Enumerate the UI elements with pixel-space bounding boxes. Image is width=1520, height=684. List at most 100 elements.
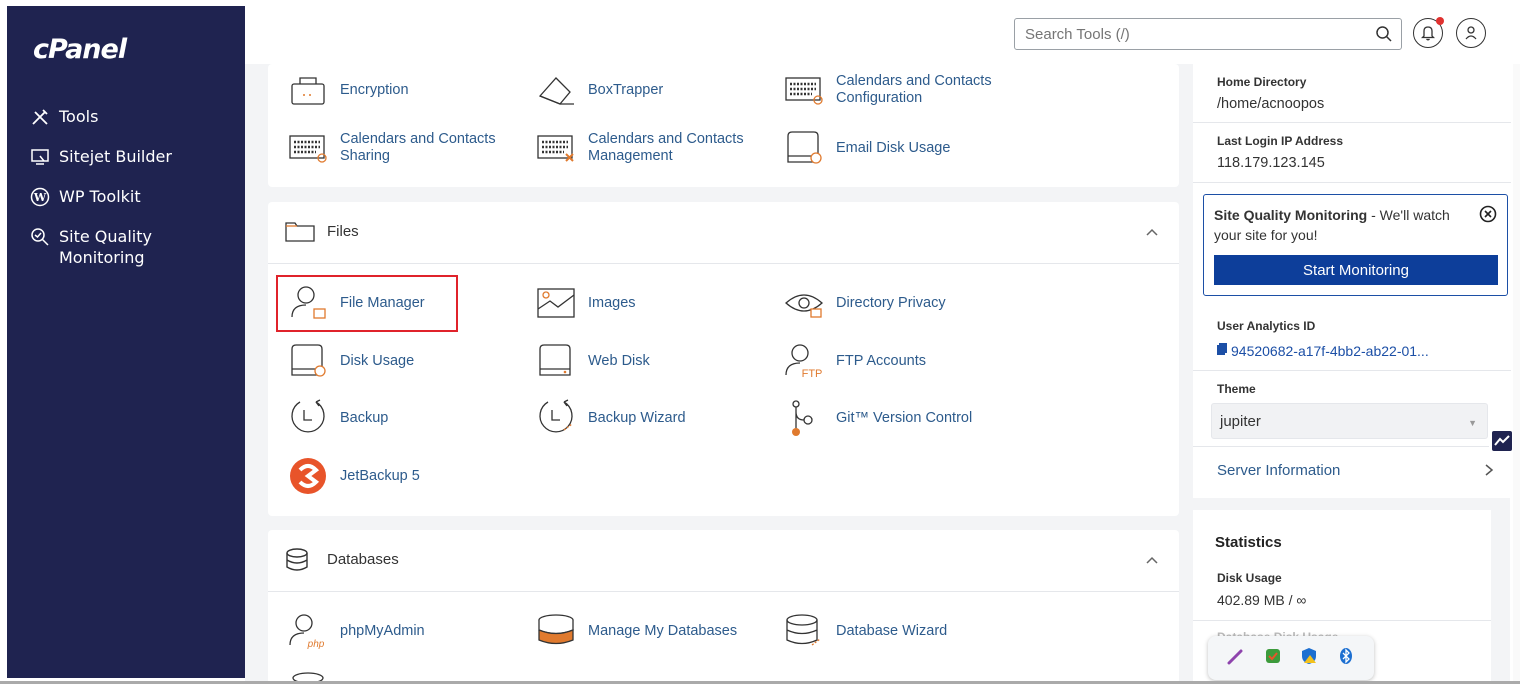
scrollbar[interactable] [1513,64,1520,684]
calendar-management-icon [534,126,578,170]
tool-calendars-config[interactable]: Calendars and Contacts Configuration [782,68,992,112]
tool-label: Calendars and Contacts Configuration [836,73,992,106]
last-login-value: 118.179.123.145 [1217,155,1325,171]
eye-icon [782,281,826,325]
tool-email-disk-usage[interactable]: Email Disk Usage [782,126,950,170]
backup-wizard-icon [534,396,578,440]
chevron-right-icon[interactable] [1484,463,1494,482]
disk-usage-icon [286,339,330,383]
caret-down-icon: ▼ [1468,418,1477,428]
tool-label: Database Wizard [836,622,948,639]
notification-dot [1436,17,1444,25]
analytics-id-label: User Analytics ID [1217,319,1316,333]
tool-disk-usage[interactable]: Disk Usage [286,339,414,383]
sidebar-item-site-quality[interactable]: Site Quality Monitoring [29,226,169,268]
tool-label: Manage My Databases [588,622,738,639]
ftp-icon: FTP [782,339,826,383]
tool-label: BoxTrapper [588,81,664,98]
theme-select[interactable]: jupiter ▼ [1211,403,1488,439]
divider [1193,620,1491,621]
phpmyadmin-icon: php [286,609,330,653]
security-warning-icon[interactable] [1300,647,1318,670]
tool-jetbackup[interactable]: JetBackup 5 [286,454,420,498]
chevron-up-icon[interactable] [1145,552,1159,570]
home-directory-label: Home Directory [1217,75,1307,89]
tool-images[interactable]: Images [534,281,636,325]
folder-icon [285,220,315,247]
encryption-icon [286,68,330,112]
shield-check-icon[interactable] [1264,647,1282,670]
tool-label: Disk Usage [340,352,415,369]
close-icon[interactable] [1479,205,1497,228]
search-box[interactable] [1014,18,1402,50]
search-input[interactable] [1015,19,1355,49]
analytics-chart-icon[interactable] [1489,428,1515,454]
tool-phpmyadmin[interactable]: php phpMyAdmin [286,609,425,653]
tool-label: Backup Wizard [588,409,686,426]
tool-database-wizard[interactable]: Database Wizard [782,609,947,653]
file-manager-highlight [276,275,458,332]
tool-label: Calendars and Contacts Sharing [340,131,496,164]
sidebar-item-sitejet[interactable]: Sitejet Builder [29,146,172,168]
tool-encryption[interactable]: Encryption [286,68,409,112]
tool-calendars-sharing[interactable]: Calendars and Contacts Sharing [286,126,496,170]
tool-label: Encryption [340,81,409,98]
tool-directory-privacy[interactable]: Directory Privacy [782,281,946,325]
tool-label: phpMyAdmin [340,622,425,639]
databases-header[interactable]: Databases [268,530,1179,592]
notifications-button[interactable] [1413,17,1444,48]
tool-ftp-accounts[interactable]: FTP FTP Accounts [782,339,926,383]
disk-usage-value: 402.89 MB / ∞ [1217,592,1307,608]
analytics-id-row: 94520682-a17f-4bb2-ab22-01... [1217,342,1429,360]
backup-icon [286,396,330,440]
manage-databases-icon [534,609,578,653]
svg-text:php: php [307,639,325,649]
start-monitoring-button[interactable]: Start Monitoring [1214,255,1498,285]
sqm-text: Site Quality Monitoring - We'll watch yo… [1214,205,1469,245]
magnifier-check-icon [29,226,51,248]
files-card: Files File Manager Images Directory Priv… [268,202,1179,516]
disk-usage-label: Disk Usage [1217,571,1282,585]
last-login-label: Last Login IP Address [1217,134,1344,148]
feather-icon[interactable] [1227,647,1245,670]
server-information-link[interactable]: Server Information [1217,462,1340,479]
databases-card: Databases php phpMyAdmin Manage My Datab… [268,530,1179,684]
files-title: Files [327,223,359,240]
divider [1193,182,1511,183]
tool-backup[interactable]: Backup [286,396,388,440]
tool-backup-wizard[interactable]: Backup Wizard [534,396,686,440]
tool-git-version-control[interactable]: Git™ Version Control [782,396,972,440]
sidebar-item-tools[interactable]: Tools [29,106,98,128]
database-icon [285,548,309,577]
databases-title: Databases [327,551,399,568]
sidebar-item-wp-toolkit[interactable]: W WP Toolkit [29,186,141,208]
statistics-title: Statistics [1215,534,1282,551]
analytics-id-value[interactable]: 94520682-a17f-4bb2-ab22-01... [1231,343,1429,359]
tool-label: Calendars and Contacts Management [588,131,744,164]
chevron-up-icon[interactable] [1145,224,1159,242]
tool-boxtrapper[interactable]: BoxTrapper [534,68,663,112]
sqm-title: Site Quality Monitoring [1214,207,1368,223]
copy-icon[interactable] [1217,342,1227,360]
bluetooth-icon[interactable] [1337,647,1355,670]
system-tray-popup [1208,636,1374,680]
divider [1193,370,1511,371]
cpanel-logo[interactable]: cPanel [33,34,127,65]
calendar-config-icon [782,68,826,112]
tool-label: JetBackup 5 [340,467,420,484]
search-icon[interactable] [1375,25,1393,48]
files-header[interactable]: Files [268,202,1179,264]
tool-web-disk[interactable]: Web Disk [534,339,650,383]
wordpress-icon: W [29,186,51,208]
svg-text:FTP: FTP [802,368,823,379]
sitejet-icon [29,146,51,168]
user-menu-button[interactable] [1456,18,1486,48]
sidebar: cPanel Tools Sitejet Builder W WP Toolki… [7,6,245,678]
tools-icon [29,106,51,128]
tool-manage-databases[interactable]: Manage My Databases [534,609,737,653]
divider [1193,122,1511,123]
sqm-promo: Site Quality Monitoring - We'll watch yo… [1203,194,1508,296]
disk-usage-icon [782,126,826,170]
divider [1193,446,1511,447]
tool-calendars-management[interactable]: Calendars and Contacts Management [534,126,744,170]
